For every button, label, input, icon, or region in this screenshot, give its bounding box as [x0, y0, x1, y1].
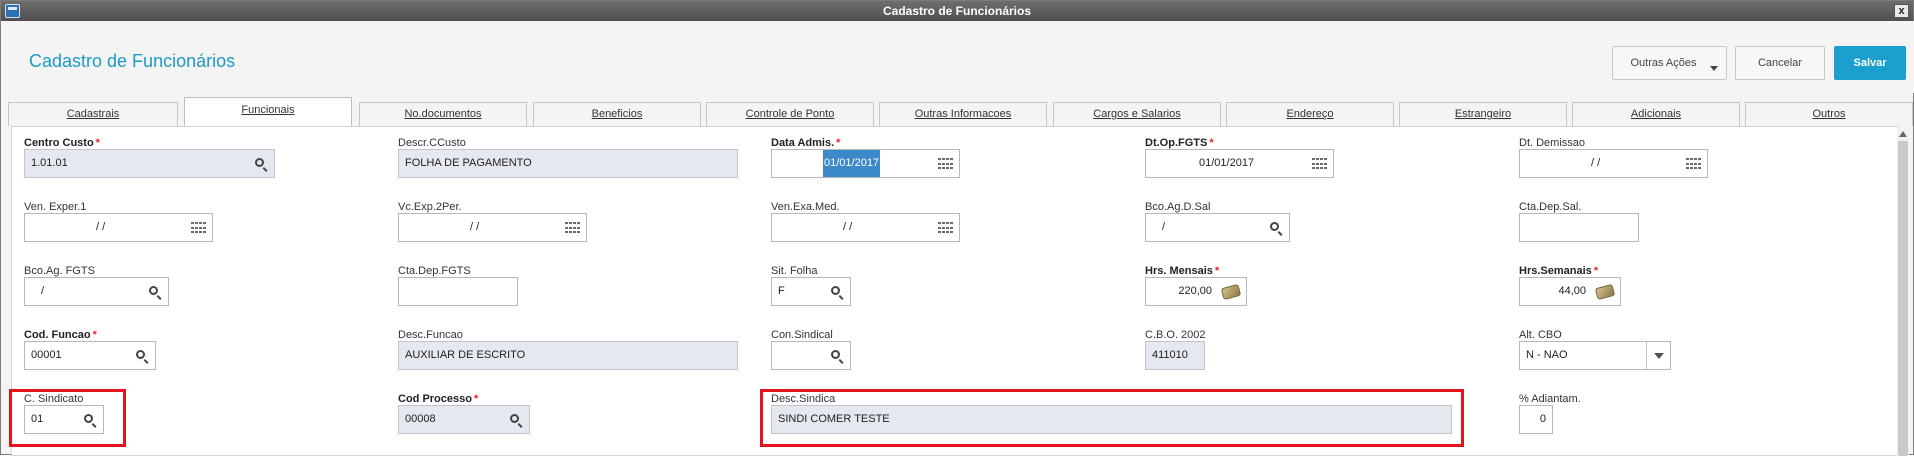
save-button[interactable]: Salvar [1834, 46, 1906, 80]
cancel-button[interactable]: Cancelar [1735, 46, 1825, 80]
tab-estrangeiro[interactable]: Estrangeiro [1399, 102, 1567, 126]
cod-processo-label: Cod Processo [398, 393, 472, 405]
scrollbar-thumb[interactable] [1898, 141, 1908, 456]
alt-cbo-label: Alt. CBO [1519, 329, 1562, 341]
form-panel: Centro Custo * 1.01.01 Descr.CCusto FOLHA… [9, 126, 1899, 456]
dt-demissao-input[interactable]: / / [1519, 149, 1708, 178]
dt-op-fgts-input[interactable]: 01/01/2017 [1145, 149, 1334, 178]
tab-cargos-e-salarios[interactable]: Cargos e Salarios [1053, 102, 1221, 126]
tab-endereco[interactable]: Endereço [1226, 102, 1394, 126]
hrs-mensais-input[interactable]: 220,00 [1145, 277, 1247, 306]
dt-op-fgts-label: Dt.Op.FGTS [1145, 137, 1208, 149]
search-icon[interactable] [830, 285, 844, 299]
tab-bar: Cadastrais Funcionais No.documentos Bene… [8, 97, 1914, 126]
cta-dep-fgts-label: Cta.Dep.FGTS [398, 265, 471, 277]
calendar-icon[interactable] [1686, 158, 1701, 171]
cod-funcao-input[interactable]: 00001 [24, 341, 156, 370]
outras-acoes-label: Outras Ações [1630, 57, 1697, 69]
ven-exper1-label: Ven. Exper.1 [24, 201, 87, 213]
window-titlebar: Cadastro de Funcionários x [1, 1, 1913, 21]
search-icon[interactable] [509, 413, 523, 427]
search-icon[interactable] [1269, 221, 1283, 235]
search-icon[interactable] [135, 349, 149, 363]
cod-funcao-label: Cod. Funcao [24, 329, 91, 341]
window-title: Cadastro de Funcionários [882, 4, 1032, 18]
con-sindical-label: Con.Sindical [771, 329, 833, 341]
app-window: Cadastro de Funcionários x Cadastro de F… [0, 0, 1914, 456]
cod-processo-input[interactable]: 00008 [398, 405, 530, 434]
money-icon[interactable] [1220, 283, 1242, 301]
data-admis-input[interactable]: 01/01/2017 [771, 149, 960, 178]
con-sindical-input[interactable] [771, 341, 851, 370]
scroll-up-icon[interactable] [1899, 131, 1907, 137]
calendar-icon[interactable] [565, 222, 580, 235]
bco-ag-fgts-label: Bco.Ag. FGTS [24, 265, 95, 277]
app-icon [5, 4, 20, 18]
dt-demissao-label: Dt. Demissao [1519, 137, 1586, 149]
hrs-semanais-label: Hrs.Semanais [1519, 265, 1592, 277]
desc-funcao-input: AUXILIAR DE ESCRITO [398, 341, 738, 370]
cbo-2002-input: 411010 [1145, 341, 1205, 370]
highlight-c-sindicato [9, 389, 126, 447]
calendar-icon[interactable] [938, 158, 953, 171]
money-icon[interactable] [1594, 283, 1616, 301]
sit-folha-input[interactable]: F [771, 277, 851, 306]
desc-ccusto-label: Descr.CCusto [398, 137, 466, 149]
vc-exp-2per-label: Vc.Exp.2Per. [398, 201, 462, 213]
cta-dep-sal-label: Cta.Dep.Sal. [1519, 201, 1582, 213]
search-icon[interactable] [830, 349, 844, 363]
bco-ag-fgts-input[interactable]: / [24, 277, 169, 306]
page-header: Cadastro de Funcionários Outras Ações Ca… [2, 21, 1914, 93]
vertical-scrollbar[interactable] [1897, 129, 1909, 456]
calendar-icon[interactable] [938, 222, 953, 235]
hrs-mensais-label: Hrs. Mensais [1145, 265, 1213, 277]
data-admis-label: Data Admis. [771, 137, 835, 149]
calendar-icon[interactable] [191, 222, 206, 235]
search-icon[interactable] [254, 157, 268, 171]
hrs-semanais-input[interactable]: 44,00 [1519, 277, 1621, 306]
pct-adiantam-label: % Adiantam. [1519, 393, 1581, 405]
ven-exa-med-input[interactable]: / / [771, 213, 960, 242]
page-title: Cadastro de Funcionários [29, 51, 236, 71]
chevron-down-icon[interactable] [1646, 342, 1670, 369]
bco-ag-d-sal-input[interactable]: / [1145, 213, 1290, 242]
cta-dep-fgts-input[interactable] [398, 277, 518, 306]
pct-adiantam-input[interactable]: 0 [1519, 405, 1553, 434]
desc-ccusto-input: FOLHA DE PAGAMENTO [398, 149, 738, 178]
cbo-2002-label: C.B.O. 2002 [1145, 329, 1206, 341]
centro-custo-input[interactable]: 1.01.01 [24, 149, 275, 178]
sit-folha-label: Sit. Folha [771, 265, 818, 277]
outras-acoes-button[interactable]: Outras Ações [1612, 46, 1727, 80]
tab-no-documentos[interactable]: No.documentos [359, 102, 527, 126]
vc-exp-2per-input[interactable]: / / [398, 213, 587, 242]
tab-funcionais[interactable]: Funcionais [184, 97, 352, 126]
bco-ag-d-sal-label: Bco.Ag.D.Sal [1145, 201, 1211, 213]
tab-controle-de-ponto[interactable]: Controle de Ponto [706, 102, 874, 126]
chevron-down-icon [1710, 66, 1718, 71]
ven-exa-med-label: Ven.Exa.Med. [771, 201, 840, 213]
search-icon[interactable] [148, 285, 162, 299]
highlight-desc-sindica [760, 389, 1464, 447]
ven-exper1-input[interactable]: / / [24, 213, 213, 242]
calendar-icon[interactable] [1312, 158, 1327, 171]
close-icon[interactable]: x [1894, 4, 1909, 18]
centro-custo-label: Centro Custo [24, 137, 94, 149]
desc-funcao-label: Desc.Funcao [398, 329, 463, 341]
tab-beneficios[interactable]: Beneficios [533, 102, 701, 126]
tab-outros[interactable]: Outros [1745, 102, 1913, 126]
tab-outras-informacoes[interactable]: Outras Informacoes [879, 102, 1047, 126]
alt-cbo-select[interactable]: N - NAO [1519, 341, 1671, 370]
tab-cadastrais[interactable]: Cadastrais [8, 102, 178, 126]
tab-adicionais[interactable]: Adicionais [1572, 102, 1740, 126]
cta-dep-sal-input[interactable] [1519, 213, 1639, 242]
